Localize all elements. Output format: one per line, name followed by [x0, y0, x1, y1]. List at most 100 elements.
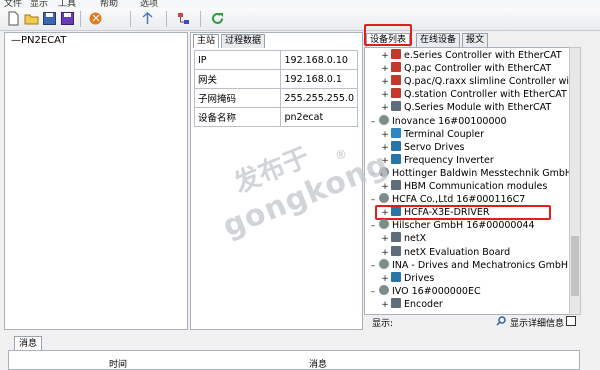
search-icon[interactable]	[496, 316, 506, 326]
show-details-checkbox[interactable]	[566, 316, 576, 326]
param-key: 设备名称	[193, 107, 282, 127]
expand-icon[interactable]: +	[381, 142, 389, 155]
catalog-tree-label: HBM Communication modules	[404, 181, 548, 192]
catalog-tree-label: INA - Drives and Mechatronics GmbH u	[392, 259, 570, 271]
tab-master[interactable]: 主站	[193, 34, 220, 48]
catalog-tree-row[interactable]: + netX	[381, 232, 426, 245]
drive-icon	[391, 271, 401, 282]
catalog-tree-row[interactable]: + Encoder	[381, 297, 443, 312]
expand-icon[interactable]: +	[381, 233, 389, 246]
message-list: 时间 消息	[8, 350, 580, 370]
catalog-tree-label: Terminal Coupler	[404, 128, 485, 140]
catalog-tree-row[interactable]: + Terminal Coupler	[381, 127, 485, 142]
param-key: 子网掩码	[193, 88, 282, 108]
vendor-icon	[379, 193, 389, 204]
collapse-icon[interactable]: –	[369, 116, 377, 129]
catalog-tree-row[interactable]: – Hilscher GmbH 16#00000044	[369, 219, 535, 232]
tree-root-node[interactable]: —PN2ECAT	[11, 35, 66, 46]
catalog-tree-label: e.Series Controller with EtherCAT	[404, 50, 562, 61]
catalog-tree-label: Inovance 16#00100000	[392, 115, 507, 127]
expand-icon[interactable]: +	[381, 63, 389, 76]
expand-icon[interactable]: +	[381, 50, 389, 63]
param-value-ip[interactable]: 192.168.0.10	[280, 50, 358, 70]
catalog-tree-label: HCFA Co.,Ltd 16#000116C7	[392, 194, 526, 206]
catalog-tree-row[interactable]: – IVO 16#000000EC	[369, 284, 481, 299]
collapse-icon[interactable]: –	[369, 260, 377, 273]
controller-icon	[391, 62, 401, 73]
module-icon	[391, 245, 401, 256]
show-label: 显示:	[372, 319, 394, 329]
catalog-tree-row[interactable]: – INA - Drives and Mechatronics GmbH u	[369, 258, 570, 273]
tab-process-data[interactable]: 过程数据	[221, 34, 266, 48]
open-folder-icon[interactable]	[24, 11, 39, 26]
catalog-tree-row[interactable]: – Hottinger Baldwin Messtechnik GmbH	[369, 166, 570, 181]
expand-icon[interactable]: +	[381, 181, 389, 194]
expand-icon[interactable]: +	[381, 155, 389, 168]
catalog-tree-row[interactable]: + Servo Drives	[381, 140, 465, 155]
expand-icon[interactable]: +	[381, 247, 389, 260]
menu-bar: 文件 显示 工具 帮助 选项	[0, 0, 600, 8]
collapse-icon[interactable]: –	[369, 168, 377, 181]
device-tree-panel: —PN2ECAT	[4, 32, 188, 330]
param-value-gateway[interactable]: 192.168.0.1	[280, 69, 358, 89]
toolbar-separator	[80, 11, 81, 27]
expand-icon[interactable]: +	[381, 129, 389, 142]
table-row: 网关 192.168.0.1	[193, 69, 358, 89]
toolbar-separator	[166, 11, 167, 27]
expand-icon[interactable]: +	[381, 76, 389, 89]
catalog-tree-label: Frequency Inverter	[404, 154, 494, 166]
catalog-tree-row[interactable]: + netX Evaluation Board	[381, 245, 511, 260]
column-header-message[interactable]: 消息	[309, 357, 327, 370]
catalog-tree-row[interactable]: + e.Series Controller with EtherCAT	[381, 49, 562, 62]
menu-item-file[interactable]: 文件	[4, 0, 22, 8]
tab-message-log[interactable]: 消息	[14, 336, 43, 351]
catalog-tree-row[interactable]: – HCFA Co.,Ltd 16#000116C7	[369, 193, 525, 206]
device-catalog-tree: + e.Series Controller with EtherCAT + Q.pac…	[364, 47, 570, 315]
expand-icon[interactable]: +	[381, 102, 389, 115]
catalog-tree-row[interactable]: + Q.pac/Q.raxx slimline Controller witl	[381, 75, 569, 89]
save-icon[interactable]	[42, 11, 57, 26]
expand-icon[interactable]: +	[381, 299, 389, 312]
catalog-tree-row[interactable]: – Inovance 16#00100000	[369, 114, 507, 129]
save-as-icon[interactable]	[60, 11, 75, 26]
upload-icon[interactable]	[140, 11, 155, 26]
coupler-icon	[391, 127, 401, 138]
tab-messages[interactable]: 报文	[462, 33, 489, 47]
show-details-label: 显示详细信息	[510, 319, 565, 329]
download-icon[interactable]	[88, 11, 103, 26]
table-row: IP 192.168.0.10	[193, 50, 358, 70]
collapse-icon[interactable]: –	[369, 286, 377, 299]
catalog-tree-row[interactable]: + Q.pac Controller with EtherCAT	[381, 62, 551, 75]
param-value-subnet[interactable]: 255.255.255.0	[280, 88, 358, 108]
expand-icon[interactable]: +	[381, 89, 389, 102]
catalog-scrollbar[interactable]	[569, 47, 581, 315]
refresh-icon[interactable]	[210, 11, 225, 26]
catalog-tree-label: Hottinger Baldwin Messtechnik GmbH	[392, 167, 570, 179]
catalog-status-bar: 显示: 显示详细信息	[364, 315, 579, 329]
collapse-icon[interactable]: –	[369, 220, 377, 233]
catalog-tree-row[interactable]: + Q.Series Module with EtherCAT	[381, 101, 551, 114]
catalog-tree-row[interactable]: + Drives	[381, 271, 434, 286]
menu-item-options[interactable]: 选项	[140, 0, 158, 8]
catalog-tree-row[interactable]: + HBM Communication modules	[381, 180, 547, 193]
module-icon	[391, 232, 401, 243]
column-header-time[interactable]: 时间	[109, 357, 127, 370]
network-icon[interactable]	[176, 11, 191, 26]
message-panel: 消息 时间 消息	[0, 336, 600, 370]
menu-item-view[interactable]: 显示	[30, 0, 48, 8]
menu-item-help[interactable]: 帮助	[100, 0, 118, 8]
catalog-tree-row[interactable]: + Q.station Controller with EtherCAT	[381, 88, 567, 101]
param-value-device-name[interactable]: pn2ecat	[280, 107, 358, 127]
module-icon	[391, 297, 401, 308]
expand-icon[interactable]: +	[381, 273, 389, 286]
table-row: 子网掩码 255.255.255.0	[193, 88, 358, 108]
menu-item-tools[interactable]: 工具	[58, 0, 76, 8]
new-file-icon[interactable]	[6, 11, 21, 26]
catalog-tree-label: Q.Series Module with EtherCAT	[404, 102, 552, 114]
catalog-tree-label: netX Evaluation Board	[404, 246, 511, 258]
catalog-tree-row[interactable]: + Frequency Inverter	[381, 153, 494, 168]
vendor-icon	[379, 219, 389, 230]
catalog-tree-label: Encoder	[404, 298, 443, 310]
catalog-scrollbar-thumb[interactable]	[571, 236, 579, 296]
tab-online-devices[interactable]: 在线设备	[416, 33, 461, 47]
